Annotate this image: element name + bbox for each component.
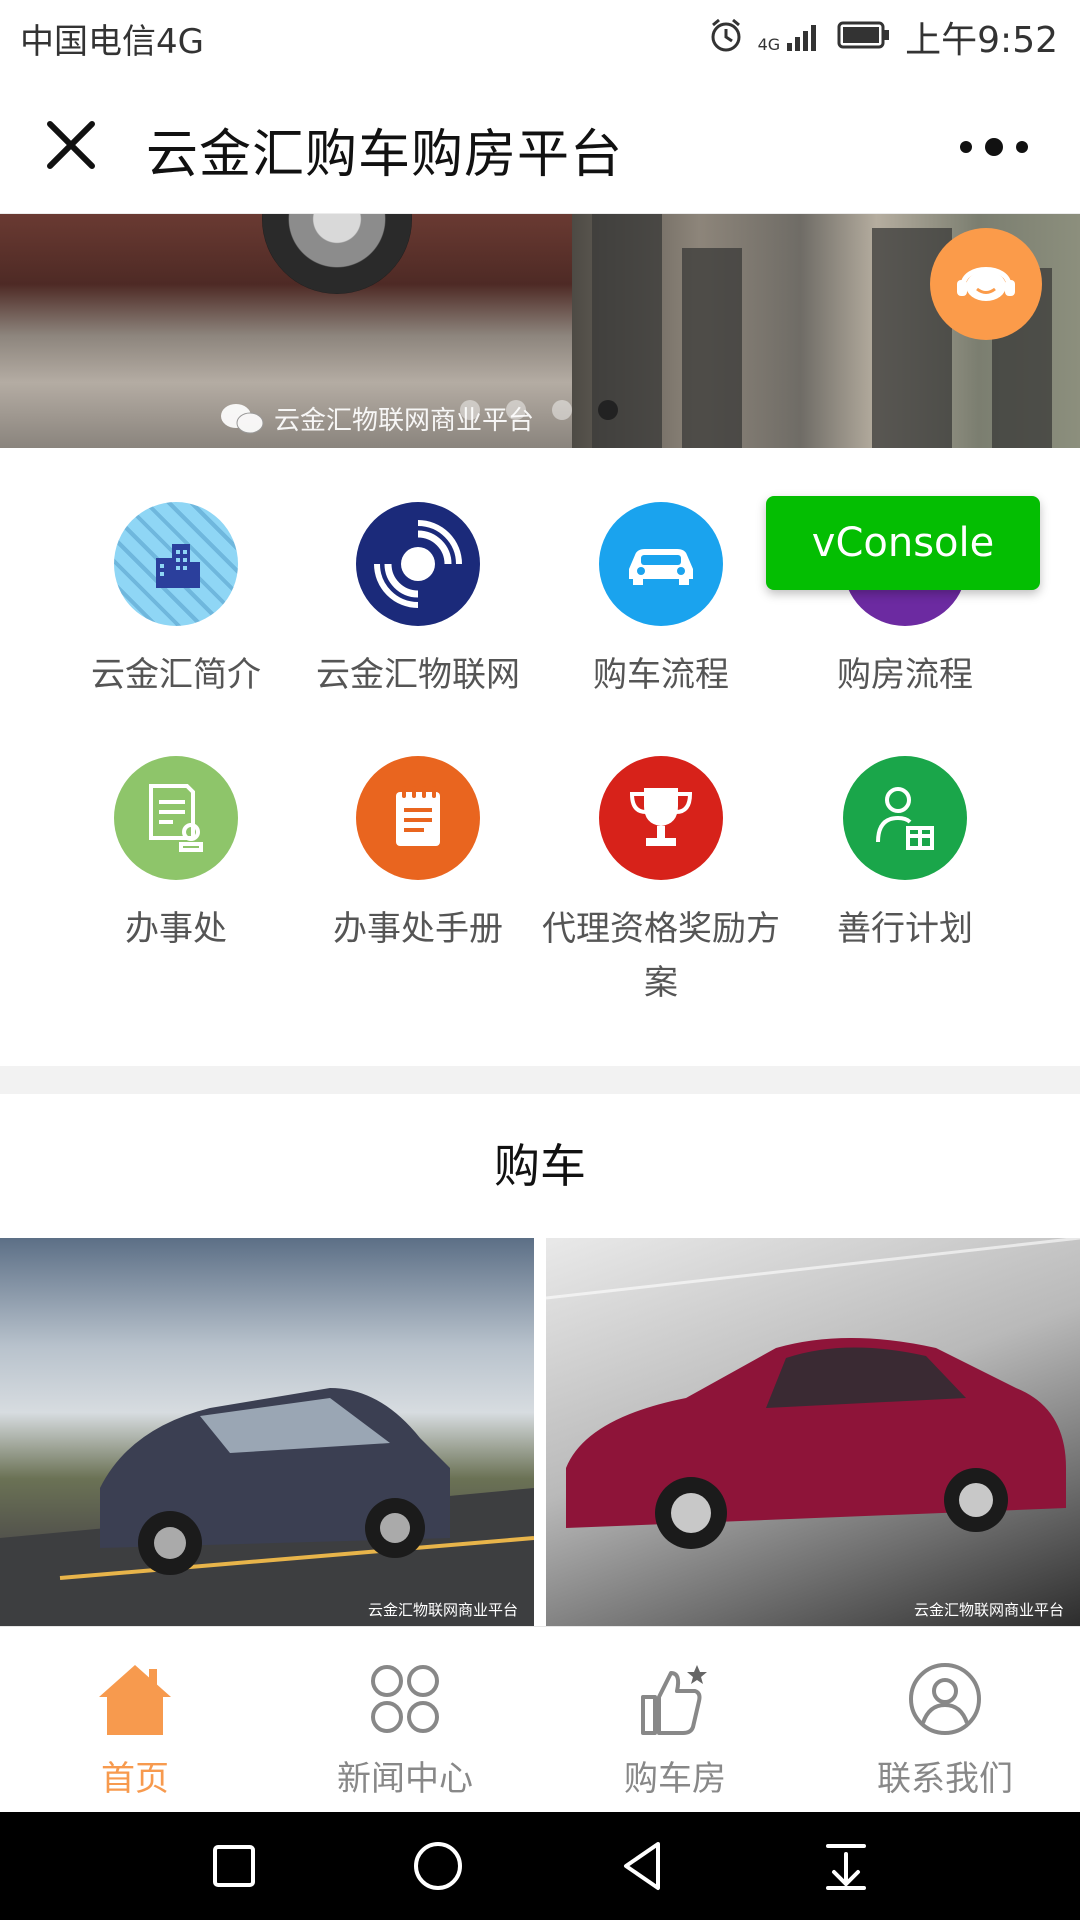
- title-bar: 云金汇购车购房平台: [0, 76, 1080, 214]
- system-nav-bar: [0, 1812, 1080, 1920]
- user-circle-icon: [909, 1663, 981, 1735]
- back-button[interactable]: [610, 1834, 674, 1898]
- car-card-suv[interactable]: 云金汇物联网商业平台: [0, 1238, 534, 1626]
- headset-icon: [957, 267, 1015, 301]
- car-icon: [599, 502, 723, 626]
- carousel-dots: [460, 400, 618, 420]
- grid-item-charity[interactable]: 善行计划: [785, 756, 1025, 956]
- wechat-icon: [221, 403, 264, 433]
- clock: 上午9:52: [905, 20, 1058, 61]
- grid-item-office-handbook[interactable]: 办事处手册: [298, 756, 538, 956]
- thumbs-up-icon: [641, 1665, 707, 1735]
- recents-button[interactable]: [202, 1834, 266, 1898]
- bottom-tab-bar: 首页 新闻中心 购车房 联系我们: [0, 1626, 1080, 1812]
- signal-waves-icon: [356, 502, 480, 626]
- battery-icon: [837, 20, 891, 54]
- grid-item-label: 云金汇物联网: [316, 655, 520, 695]
- close-icon: [47, 121, 95, 169]
- carousel-dot-active[interactable]: [598, 400, 618, 420]
- document-stamp-icon: [114, 756, 238, 880]
- grid-item-label: 善行计划: [837, 909, 973, 949]
- grid-item-car-process[interactable]: 购车流程: [541, 502, 781, 702]
- car-watermark: 云金汇物联网商业平台: [913, 1601, 1064, 1619]
- car-watermark: 云金汇物联网商业平台: [367, 1601, 518, 1619]
- grid-item-label: 办事处手册: [333, 909, 503, 949]
- section-divider: [0, 1066, 1080, 1094]
- notification-pull-button[interactable]: [814, 1834, 878, 1898]
- carousel-dot[interactable]: [506, 400, 526, 420]
- home-icon: [99, 1665, 171, 1735]
- grid-item-intro[interactable]: 云金汇简介: [56, 502, 296, 702]
- carrier-label: 中国电信4G: [20, 22, 204, 62]
- suv-photo: [0, 1388, 534, 1626]
- tab-label: 购车房: [624, 1759, 726, 1799]
- sedan-photo: [546, 1238, 1080, 1549]
- status-icons: 4G 上午9:52: [708, 12, 1058, 62]
- section-title: 购车: [494, 1139, 586, 1193]
- tab-car-house[interactable]: 购车房: [540, 1627, 810, 1813]
- building-icon: [114, 502, 238, 626]
- tab-label: 首页: [101, 1759, 169, 1799]
- close-button[interactable]: [40, 114, 102, 176]
- network-badge: 4G: [757, 35, 781, 54]
- customer-service-button[interactable]: [930, 228, 1042, 340]
- home-nav-button[interactable]: [406, 1834, 470, 1898]
- alarm-icon: [708, 17, 744, 57]
- grid-item-label: 购房流程: [837, 655, 973, 695]
- grid-item-label: 购车流程: [593, 655, 729, 695]
- grid-icon: [371, 1665, 439, 1733]
- status-bar: 中国电信4G 4G 上午9:52: [0, 0, 1080, 76]
- user-gift-icon: [843, 756, 967, 880]
- banner-carousel[interactable]: 云金汇物联网商业平台: [0, 214, 1080, 448]
- grid-item-agent-reward[interactable]: 代理资格奖励方案: [541, 756, 781, 1010]
- signal-icon: 4G: [758, 21, 824, 53]
- back-triangle-icon: [624, 1842, 660, 1890]
- more-icon: [960, 138, 1028, 156]
- tab-contact[interactable]: 联系我们: [810, 1627, 1080, 1813]
- carousel-dot[interactable]: [460, 400, 480, 420]
- car-wheel-image: [262, 214, 412, 294]
- grid-item-label: 代理资格奖励方案: [542, 909, 780, 1003]
- grid-item-office[interactable]: 办事处: [56, 756, 296, 956]
- notebook-icon: [356, 756, 480, 880]
- tab-label: 联系我们: [877, 1759, 1013, 1799]
- tab-home[interactable]: 首页: [0, 1627, 270, 1813]
- grid-item-iot[interactable]: 云金汇物联网: [298, 502, 538, 702]
- building-shape: [682, 248, 742, 448]
- square-icon: [213, 1845, 255, 1887]
- tab-label: 新闻中心: [337, 1759, 473, 1799]
- circle-icon: [414, 1842, 462, 1890]
- grid-item-label: 办事处: [125, 909, 227, 949]
- page-title: 云金汇购车购房平台: [146, 125, 624, 185]
- car-card-sedan[interactable]: 云金汇物联网商业平台: [546, 1238, 1080, 1626]
- tab-news[interactable]: 新闻中心: [270, 1627, 540, 1813]
- trophy-icon: [599, 756, 723, 880]
- vconsole-button[interactable]: vConsole: [766, 496, 1040, 590]
- carousel-dot[interactable]: [552, 400, 572, 420]
- more-button[interactable]: [944, 122, 1044, 172]
- pull-down-icon: [826, 1844, 866, 1890]
- grid-item-label: 云金汇简介: [91, 655, 261, 695]
